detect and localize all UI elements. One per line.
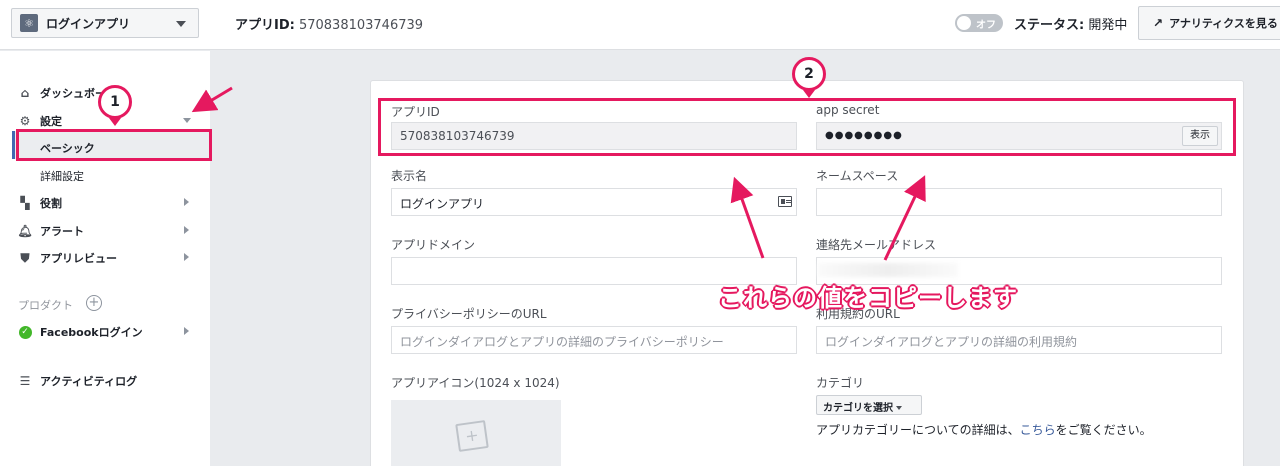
- app-logo-icon: ⚛: [20, 14, 38, 32]
- app-domain-label: アプリドメイン: [391, 238, 476, 252]
- category-desc-suffix: をご覧ください。: [1055, 423, 1152, 437]
- chevron-down-icon: [896, 406, 902, 410]
- top-bar: ⚛ ログインアプリ アプリID: 570838103746739 オフ ステータ…: [0, 0, 1280, 50]
- app-id-header: アプリID: 570838103746739: [235, 14, 423, 33]
- namespace-input[interactable]: [816, 188, 1222, 216]
- category-button-label: カテゴリを選択: [823, 403, 893, 414]
- sidebar-item-advanced[interactable]: 詳細設定: [40, 168, 84, 184]
- home-icon: ⌂: [20, 86, 30, 100]
- app-icon-label: アプリアイコン(1024 x 1024): [391, 376, 560, 390]
- display-name-label: 表示名: [391, 169, 428, 183]
- products-section-label: プロダクト: [18, 299, 73, 312]
- list-icon: ☰: [19, 374, 31, 388]
- image-placeholder-icon: +: [455, 420, 489, 452]
- category-description: アプリカテゴリーについての詳細は、こちらをご覧ください。: [816, 421, 1152, 438]
- chevron-right-icon: [184, 327, 189, 335]
- sidebar-item-label: Facebookログイン: [40, 326, 143, 339]
- toggle-label: オフ: [976, 20, 996, 31]
- check-icon: ✓: [18, 325, 32, 339]
- chevron-right-icon: [184, 198, 189, 206]
- bell-icon: 🔔︎: [17, 224, 33, 238]
- chevron-right-icon: [184, 226, 189, 234]
- shield-icon: ⛊: [20, 250, 30, 265]
- sidebar-item-alerts[interactable]: 🔔︎ アラート: [17, 223, 84, 239]
- contact-card-icon: [778, 196, 792, 207]
- terms-url-input[interactable]: ログインダイアログとアプリの詳細の利用規約: [816, 326, 1222, 354]
- live-mode-toggle[interactable]: オフ: [955, 14, 1003, 32]
- category-select-button[interactable]: カテゴリを選択: [816, 395, 922, 415]
- sidebar-item-settings[interactable]: ⚙ 設定: [18, 113, 62, 129]
- sidebar-item-label: 設定: [40, 115, 62, 128]
- privacy-url-input[interactable]: ログインダイアログとアプリの詳細のプライバシーポリシー: [391, 326, 797, 354]
- contact-email-label: 連絡先メールアドレス: [816, 238, 937, 252]
- display-name-input[interactable]: ログインアプリ: [391, 188, 797, 216]
- category-desc-prefix: アプリカテゴリーについての詳細は、: [816, 423, 1020, 437]
- status-label: ステータス:: [1014, 18, 1085, 33]
- category-label: カテゴリ: [816, 376, 865, 390]
- app-id-header-label: アプリID:: [235, 18, 295, 33]
- chevron-down-icon: [183, 118, 191, 123]
- sidebar-item-label: 役割: [40, 197, 62, 210]
- app-name: ログインアプリ: [46, 16, 131, 31]
- chevron-down-icon: [176, 21, 186, 27]
- app-id-header-value: 570838103746739: [298, 18, 424, 33]
- add-product-icon[interactable]: +: [86, 295, 102, 311]
- app-icon-upload[interactable]: +: [391, 400, 561, 466]
- status-text: ステータス: 開発中: [1014, 14, 1127, 33]
- trend-up-icon: ↗: [1153, 16, 1164, 30]
- sidebar-item-facebook-login[interactable]: ✓ Facebookログイン: [18, 324, 143, 340]
- toggle-knob: [957, 16, 971, 30]
- chevron-right-icon: [184, 253, 189, 261]
- gear-icon: ⚙: [19, 114, 31, 128]
- app-switcher[interactable]: ⚛ ログインアプリ: [11, 8, 199, 38]
- sidebar-item-label: アラート: [40, 225, 84, 238]
- sidebar-item-activity-log[interactable]: ☰ アクティビティログ: [18, 373, 138, 389]
- step-badge-2: 2: [792, 57, 826, 91]
- analytics-label: アナリティクスを見る: [1169, 17, 1278, 30]
- check-icon-wrap: ✓: [18, 325, 32, 339]
- roles-icon: ▚: [20, 196, 30, 210]
- category-details-link[interactable]: こちら: [1020, 423, 1056, 437]
- namespace-label: ネームスペース: [816, 169, 899, 183]
- privacy-url-label: プライバシーポリシーのURL: [391, 307, 547, 321]
- sidebar-item-label: アクティビティログ: [40, 375, 138, 388]
- step-badge-1: 1: [98, 85, 132, 119]
- view-analytics-button[interactable]: ↗ アナリティクスを見る: [1138, 6, 1280, 40]
- sidebar-item-roles[interactable]: ▚ 役割: [18, 195, 62, 211]
- status-value: 開発中: [1088, 18, 1128, 33]
- sidebar-item-app-review[interactable]: ⛊ アプリレビュー: [18, 250, 117, 266]
- copy-instruction-text: これらの値をコピーします: [718, 284, 1018, 312]
- highlight-basic-box: [16, 129, 212, 161]
- highlight-credentials-box: [378, 98, 1236, 156]
- sidebar-item-label: アプリレビュー: [40, 252, 117, 265]
- redacted-email: [818, 263, 958, 277]
